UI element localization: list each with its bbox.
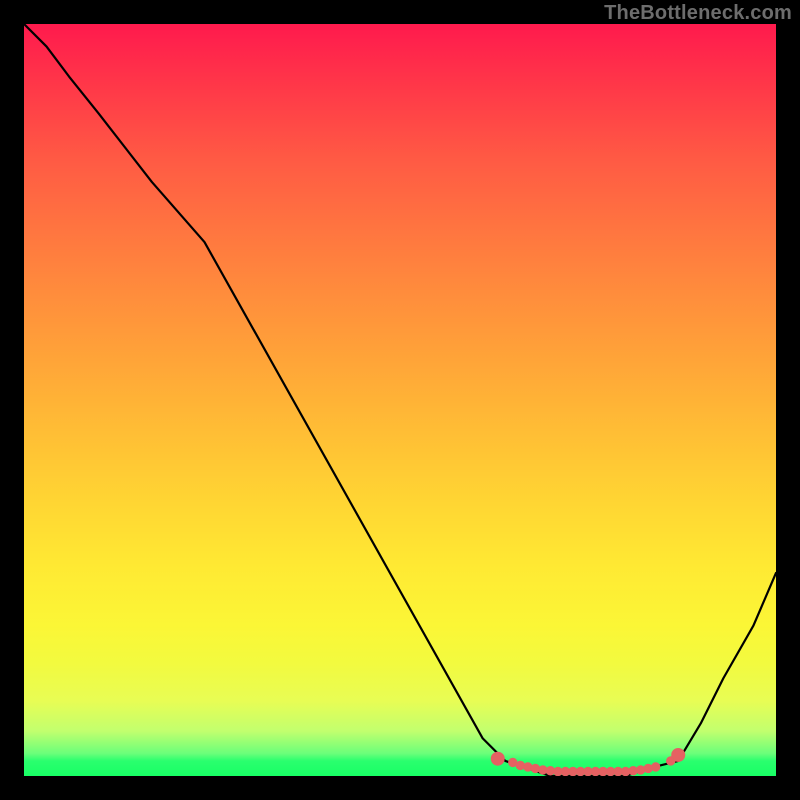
curve-marker [516,761,524,769]
curve-marker [524,763,532,771]
chart-svg [24,24,776,776]
plot-area [24,24,776,776]
curve-marker [644,764,652,772]
curve-marker [531,764,539,772]
curve-marker [636,766,644,774]
curve-marker [672,748,685,761]
chart-container: TheBottleneck.com [0,0,800,800]
curve-marker [651,763,659,771]
bottleneck-curve [24,24,776,776]
watermark-text: TheBottleneck.com [604,2,792,25]
curve-marker [491,752,504,765]
optimal-range-markers [491,748,684,775]
